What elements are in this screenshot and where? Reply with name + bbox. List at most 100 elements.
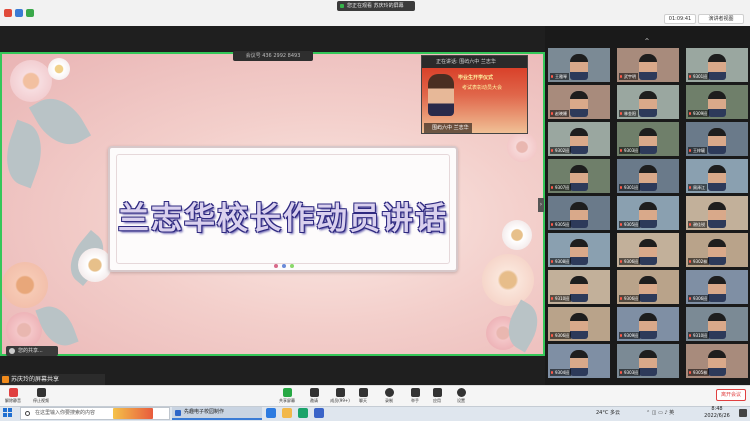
stop-video-button[interactable]: 停止视频 xyxy=(30,386,52,407)
mic-off-icon xyxy=(8,388,18,397)
participant-name: 9307班 xyxy=(550,184,572,191)
clock-date: 2022/6/26 xyxy=(704,413,730,419)
participant-tile[interactable]: 9306班 xyxy=(686,270,748,304)
share-control[interactable]: 您的共享... xyxy=(6,346,58,356)
record-icon xyxy=(384,388,394,397)
decor-dot xyxy=(274,264,278,268)
meeting-id-tag[interactable]: 会议号 436 2992 8493 xyxy=(233,51,313,61)
participant-name: 9303班 xyxy=(619,147,641,154)
participant-name: 9308班 xyxy=(550,258,572,265)
participant-tile[interactable]: 9303班 xyxy=(617,344,679,378)
participant-tile[interactable]: 9303班 xyxy=(617,122,679,156)
participant-tile[interactable]: 赵晓姗 xyxy=(548,85,610,119)
raise-hand-button[interactable]: 举手 xyxy=(406,386,424,407)
participant-video xyxy=(570,350,588,376)
participant-video xyxy=(708,202,726,228)
sharing-indicator[interactable]: 您正在观看 苏庆玲的屏幕 xyxy=(337,1,415,11)
participant-video xyxy=(708,276,726,302)
apps-icon xyxy=(432,388,442,397)
participant-tile[interactable]: 9302林 xyxy=(686,233,748,267)
chat-icon xyxy=(358,388,368,397)
collapse-gallery-button[interactable]: › xyxy=(538,198,544,212)
system-tray-icons[interactable]: ⌃ ◫ ▭ ♪ 英 xyxy=(646,409,674,416)
meeting-timer: 01:09:41 xyxy=(664,14,696,24)
speaker-view-button[interactable]: 演讲者视图 xyxy=(698,14,744,24)
speaker-slide-title: 毕业生开学仪式 xyxy=(458,75,494,81)
unmute-button[interactable]: 解除静音 xyxy=(2,386,24,407)
info-icon[interactable] xyxy=(15,9,23,17)
participant-name: 武宇明 xyxy=(619,73,638,80)
participant-tile[interactable]: 9306班 xyxy=(548,307,610,341)
participant-tile[interactable]: 9306班 xyxy=(617,270,679,304)
participant-video xyxy=(639,276,657,302)
participant-video xyxy=(708,239,726,265)
leave-meeting-button[interactable]: 离开会议 xyxy=(716,389,746,401)
windows-start-icon[interactable] xyxy=(3,408,13,418)
participant-tile[interactable]: 9306班 xyxy=(617,233,679,267)
participant-tile[interactable]: 林金阳 xyxy=(617,85,679,119)
search-highlight-image[interactable] xyxy=(113,408,153,419)
speaker-header: 正在讲话: 围屿六中 兰志华 xyxy=(422,56,527,68)
participant-tile[interactable]: 9302班 xyxy=(548,122,610,156)
speaker-person xyxy=(428,74,454,116)
speaker-name: 围屿六中 兰志华 xyxy=(424,123,472,133)
edge-icon[interactable] xyxy=(266,408,276,418)
participant-tile[interactable]: 9310班 xyxy=(548,270,610,304)
participant-name: 9304班 xyxy=(550,369,572,376)
app-icon[interactable] xyxy=(298,408,308,418)
participants-button[interactable]: 成员(99+) xyxy=(328,386,352,407)
participant-tile[interactable]: 谢佳锐 xyxy=(686,196,748,230)
taskbar-clock[interactable]: 8:48 2022/6/26 xyxy=(700,406,734,420)
participant-name: 王梓毓 xyxy=(688,147,707,154)
flower-decoration xyxy=(507,132,537,162)
speaker-slide-subtitle: 考试表彰动员大会 xyxy=(462,85,503,91)
participant-tile[interactable]: 王雅琴 xyxy=(548,48,610,82)
participant-video xyxy=(639,313,657,339)
weather-widget[interactable]: 24°C 多云 xyxy=(596,409,620,416)
participant-tile[interactable]: 9301班 xyxy=(617,159,679,193)
participant-tile[interactable]: 周泽江 xyxy=(686,159,748,193)
participant-video xyxy=(570,54,588,80)
participant-tile[interactable]: 9305班 xyxy=(548,196,610,230)
participant-tile[interactable]: 王梓毓 xyxy=(686,122,748,156)
banner-title: 兰志华校长作动员讲话 xyxy=(118,201,448,237)
participant-video xyxy=(639,350,657,376)
participant-name: 9309班 xyxy=(688,110,710,117)
chevron-up-icon[interactable]: ⌃ xyxy=(642,37,652,47)
participant-video xyxy=(570,202,588,228)
participant-tile[interactable]: 9305林 xyxy=(686,344,748,378)
participant-tile[interactable]: 9301班 xyxy=(686,48,748,82)
notification-icon[interactable] xyxy=(739,409,747,417)
participant-tile[interactable]: 9309班 xyxy=(686,85,748,119)
participant-name: 王雅琴 xyxy=(550,73,569,80)
participant-tile[interactable]: 9305班 xyxy=(617,196,679,230)
record-button[interactable]: 录制 xyxy=(380,386,398,407)
share-dot-icon xyxy=(340,4,344,8)
apps-button[interactable]: 应用 xyxy=(428,386,446,407)
taskbar-active-app[interactable]: 先趣电子校园制作 xyxy=(172,407,262,420)
share-screen-icon xyxy=(282,388,292,397)
participant-tile[interactable]: 9304班 xyxy=(548,344,610,378)
participant-name: 9305班 xyxy=(550,221,572,228)
participant-name: 9310班 xyxy=(688,332,710,339)
folder-icon[interactable] xyxy=(282,408,292,418)
participant-tile[interactable]: 武宇明 xyxy=(617,48,679,82)
camera-icon xyxy=(4,9,12,17)
participant-tile[interactable]: 9307班 xyxy=(548,159,610,193)
meeting-toolbar: 解除静音 停止视频 共享屏幕 邀请 成员(99+) 聊天 录制 举手 应用 设置 xyxy=(0,385,750,406)
flower-decoration xyxy=(78,248,112,282)
participant-name: 9301班 xyxy=(619,184,641,191)
flower-decoration xyxy=(6,312,42,348)
participant-tile[interactable]: 9310班 xyxy=(686,307,748,341)
chat-button[interactable]: 聊天 xyxy=(354,386,372,407)
active-speaker-window[interactable]: 正在讲话: 围屿六中 兰志华 毕业生开学仪式 考试表彰动员大会 围屿六中 兰志华 xyxy=(421,55,528,134)
share-screen-button[interactable]: 共享屏幕 xyxy=(276,386,298,407)
participant-video xyxy=(708,350,726,376)
flower-decoration xyxy=(10,60,52,102)
participant-name: 9306班 xyxy=(688,295,710,302)
meeting-app-icon[interactable] xyxy=(314,408,324,418)
settings-button[interactable]: 设置 xyxy=(452,386,470,407)
participant-tile[interactable]: 9308班 xyxy=(548,233,610,267)
participant-tile[interactable]: 9309班 xyxy=(617,307,679,341)
invite-button[interactable]: 邀请 xyxy=(304,386,324,407)
